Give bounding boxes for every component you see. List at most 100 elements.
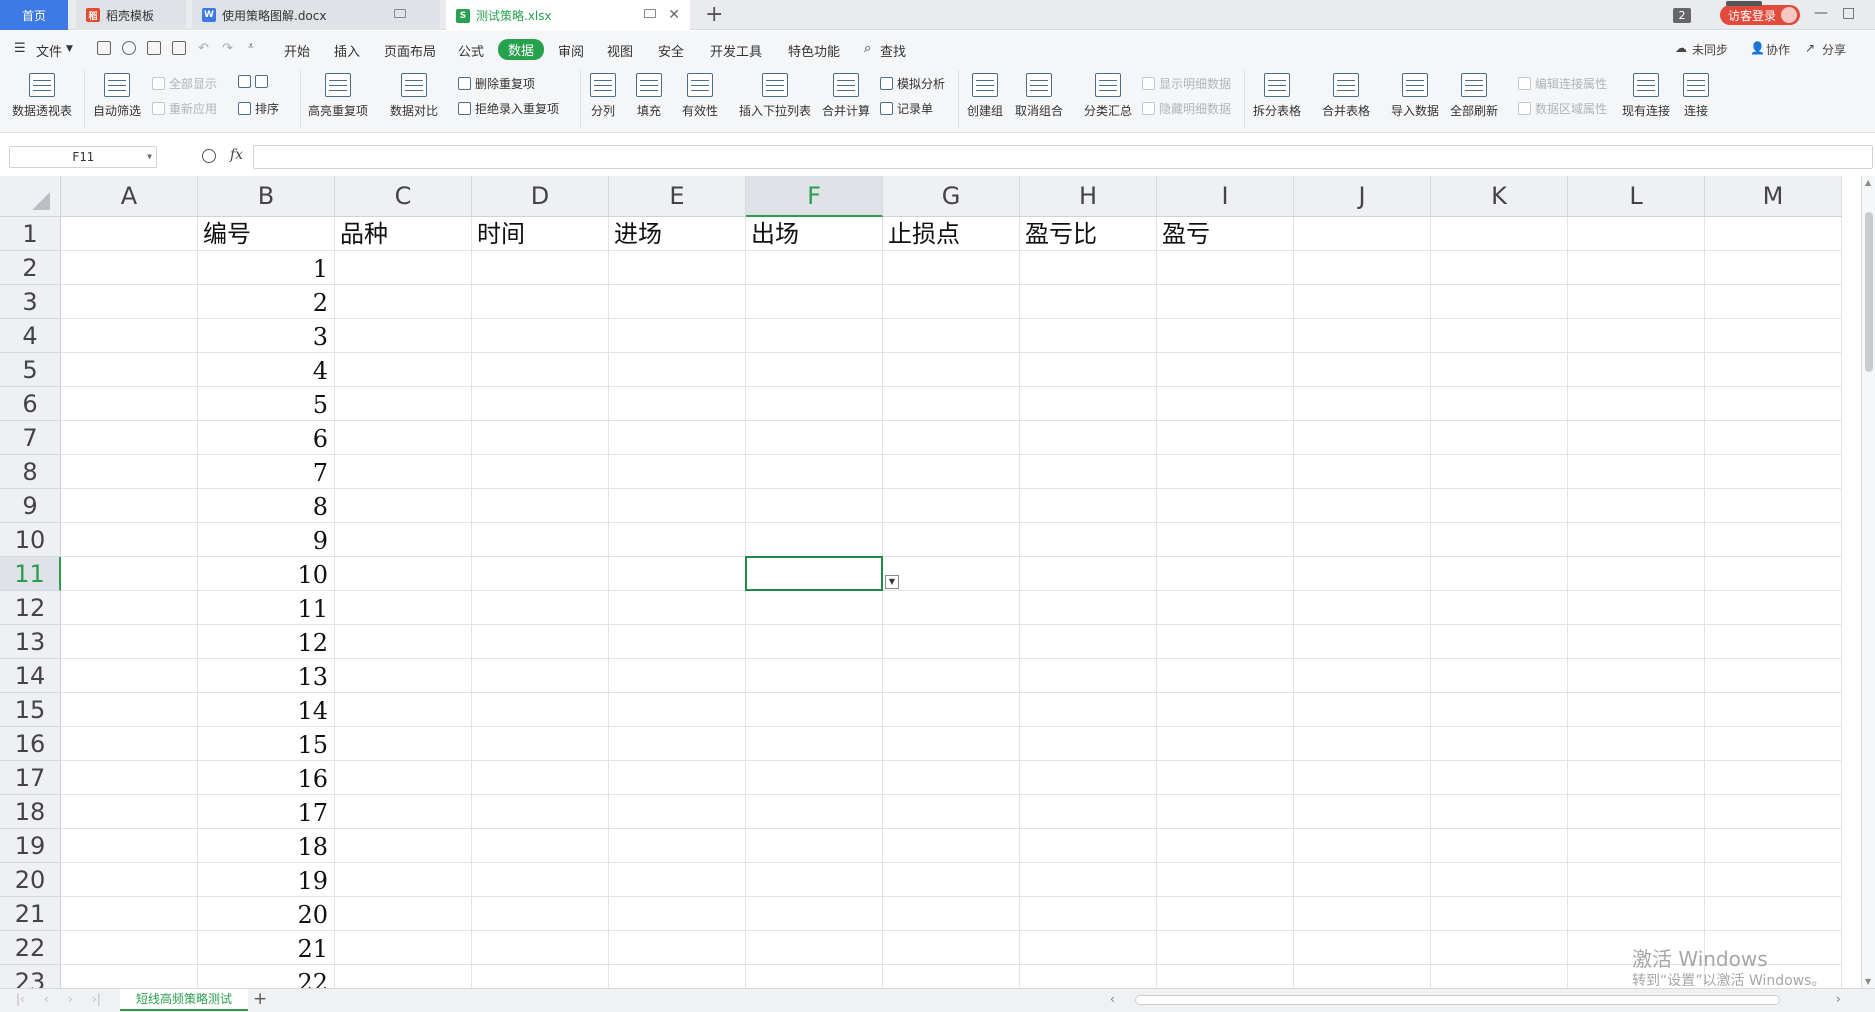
- menu-file[interactable]: 文件: [36, 41, 62, 60]
- cell-a1[interactable]: [61, 217, 198, 251]
- cell-h8[interactable]: [1020, 455, 1157, 489]
- cell-i17[interactable]: [1157, 761, 1294, 795]
- cell-f21[interactable]: [746, 897, 883, 931]
- cell-f7[interactable]: [746, 421, 883, 455]
- cell-f5[interactable]: [746, 353, 883, 387]
- cell-m10[interactable]: [1705, 523, 1842, 557]
- cell-i14[interactable]: [1157, 659, 1294, 693]
- cell-c16[interactable]: [335, 727, 472, 761]
- cell-k15[interactable]: [1431, 693, 1568, 727]
- cell-e7[interactable]: [609, 421, 746, 455]
- cell-h23[interactable]: [1020, 965, 1157, 988]
- whatif-button[interactable]: 模拟分析: [880, 75, 945, 92]
- cell-l14[interactable]: [1568, 659, 1705, 693]
- cell-j21[interactable]: [1294, 897, 1431, 931]
- cell-i19[interactable]: [1157, 829, 1294, 863]
- cell-c12[interactable]: [335, 591, 472, 625]
- cell-k7[interactable]: [1431, 421, 1568, 455]
- cell-e15[interactable]: [609, 693, 746, 727]
- cell-b3[interactable]: 2: [198, 285, 335, 319]
- menu-start[interactable]: 开始: [284, 41, 310, 60]
- cell-m3[interactable]: [1705, 285, 1842, 319]
- row-header-2[interactable]: 2: [0, 251, 61, 285]
- fill-button[interactable]: 填充: [636, 73, 662, 119]
- cell-d7[interactable]: [472, 421, 609, 455]
- split-column-button[interactable]: 分列: [590, 73, 616, 119]
- cell-d21[interactable]: [472, 897, 609, 931]
- cell-f20[interactable]: [746, 863, 883, 897]
- cell-dropdown-icon[interactable]: ▼: [885, 575, 899, 589]
- cell-a14[interactable]: [61, 659, 198, 693]
- cell-b21[interactable]: 20: [198, 897, 335, 931]
- cell-h3[interactable]: [1020, 285, 1157, 319]
- cell-m7[interactable]: [1705, 421, 1842, 455]
- cell-c1[interactable]: 品种: [335, 217, 472, 251]
- cell-i18[interactable]: [1157, 795, 1294, 829]
- reapply-button[interactable]: 重新应用: [152, 100, 217, 117]
- cell-k4[interactable]: [1431, 319, 1568, 353]
- cell-g21[interactable]: [883, 897, 1020, 931]
- cell-h6[interactable]: [1020, 387, 1157, 421]
- cell-d9[interactable]: [472, 489, 609, 523]
- cell-d13[interactable]: [472, 625, 609, 659]
- cell-f13[interactable]: [746, 625, 883, 659]
- cell-h19[interactable]: [1020, 829, 1157, 863]
- cell-e19[interactable]: [609, 829, 746, 863]
- cell-k12[interactable]: [1431, 591, 1568, 625]
- row-header-21[interactable]: 21: [0, 897, 61, 931]
- cell-c23[interactable]: [335, 965, 472, 988]
- cell-b7[interactable]: 6: [198, 421, 335, 455]
- share-button[interactable]: 分享: [1822, 41, 1846, 58]
- refresh-all-button[interactable]: 全部刷新: [1450, 73, 1498, 119]
- cell-g5[interactable]: [883, 353, 1020, 387]
- cell-f12[interactable]: [746, 591, 883, 625]
- cell-e21[interactable]: [609, 897, 746, 931]
- cell-k21[interactable]: [1431, 897, 1568, 931]
- cell-l21[interactable]: [1568, 897, 1705, 931]
- row-header-22[interactable]: 22: [0, 931, 61, 965]
- insert-dropdown-list-button[interactable]: 插入下拉列表: [739, 73, 811, 119]
- cell-m6[interactable]: [1705, 387, 1842, 421]
- cell-k18[interactable]: [1431, 795, 1568, 829]
- menu-search[interactable]: 查找: [880, 41, 906, 60]
- cell-j20[interactable]: [1294, 863, 1431, 897]
- minimize-icon[interactable]: —: [1814, 5, 1828, 21]
- tab-docx[interactable]: W 使用策略图解.docx: [192, 0, 440, 30]
- cell-c21[interactable]: [335, 897, 472, 931]
- cell-d20[interactable]: [472, 863, 609, 897]
- cell-m18[interactable]: [1705, 795, 1842, 829]
- cell-a16[interactable]: [61, 727, 198, 761]
- cell-c5[interactable]: [335, 353, 472, 387]
- column-header-e[interactable]: E: [609, 176, 746, 217]
- cell-d18[interactable]: [472, 795, 609, 829]
- cell-e10[interactable]: [609, 523, 746, 557]
- cell-k3[interactable]: [1431, 285, 1568, 319]
- subtotal-button[interactable]: 分类汇总: [1084, 73, 1132, 119]
- cell-b23[interactable]: 22: [198, 965, 335, 988]
- cell-j17[interactable]: [1294, 761, 1431, 795]
- cell-a13[interactable]: [61, 625, 198, 659]
- close-icon[interactable]: ✕: [668, 7, 680, 23]
- cell-j11[interactable]: [1294, 557, 1431, 591]
- row-header-16[interactable]: 16: [0, 727, 61, 761]
- cell-a9[interactable]: [61, 489, 198, 523]
- cell-k16[interactable]: [1431, 727, 1568, 761]
- cell-j2[interactable]: [1294, 251, 1431, 285]
- cell-d22[interactable]: [472, 931, 609, 965]
- cell-c2[interactable]: [335, 251, 472, 285]
- column-header-b[interactable]: B: [198, 176, 335, 217]
- cell-i21[interactable]: [1157, 897, 1294, 931]
- compare-button[interactable]: 数据对比: [390, 73, 438, 119]
- cell-k13[interactable]: [1431, 625, 1568, 659]
- cell-j14[interactable]: [1294, 659, 1431, 693]
- sync-icon[interactable]: [122, 41, 136, 55]
- cell-c4[interactable]: [335, 319, 472, 353]
- cell-j7[interactable]: [1294, 421, 1431, 455]
- range-props-button[interactable]: 数据区域属性: [1518, 100, 1607, 117]
- ungroup-button[interactable]: 取消组合: [1015, 73, 1063, 119]
- cell-f17[interactable]: [746, 761, 883, 795]
- edit-links-button[interactable]: 编辑连接属性: [1518, 75, 1607, 92]
- cell-i20[interactable]: [1157, 863, 1294, 897]
- cell-j6[interactable]: [1294, 387, 1431, 421]
- collab-button[interactable]: 协作: [1766, 41, 1790, 58]
